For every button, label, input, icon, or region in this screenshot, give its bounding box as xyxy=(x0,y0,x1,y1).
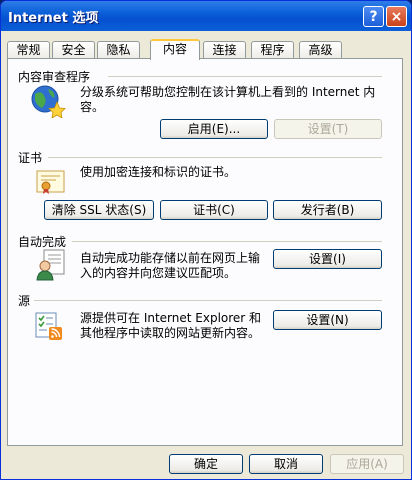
separator xyxy=(108,76,382,77)
autocomplete-user-icon xyxy=(36,249,65,281)
globe-star-icon xyxy=(31,85,66,118)
certificates-heading: 证书 xyxy=(18,151,43,165)
feeds-settings-button[interactable]: 设置(N) xyxy=(273,310,382,330)
tab-advanced[interactable]: 高级 xyxy=(299,41,342,59)
title-bar[interactable]: Internet 选项 ? × xyxy=(1,1,411,31)
window-title: Internet 选项 xyxy=(8,11,99,26)
content-advisor-description: 分级系统可帮助您控制在该计算机上看到的 Internet 内容。 xyxy=(80,85,376,114)
feeds-heading: 源 xyxy=(18,294,31,308)
tab-security[interactable]: 安全 xyxy=(52,41,95,59)
enable-content-advisor-button[interactable]: 启用(E)... xyxy=(160,119,268,139)
ok-button[interactable]: 确定 xyxy=(169,454,243,474)
certificates-button[interactable]: 证书(C) xyxy=(160,200,268,220)
certificate-icon xyxy=(36,170,65,194)
tab-connections[interactable]: 连接 xyxy=(203,41,246,59)
content-tab-panel: 内容审查程序 分级系统可帮助您控制在该计算机上看到的 Internet 内容。 … xyxy=(7,58,403,446)
apply-button[interactable]: 应用(A) xyxy=(330,454,404,474)
feeds-description: 源提供可在 Internet Explorer 和其他程序中读取的网站更新内容。 xyxy=(80,311,262,340)
feeds-icon xyxy=(35,312,62,340)
content-advisor-settings-button[interactable]: 设置(T) xyxy=(274,119,382,139)
content-advisor-heading: 内容审查程序 xyxy=(18,70,91,84)
autocomplete-settings-button[interactable]: 设置(I) xyxy=(273,249,382,269)
certificates-description: 使用加密连接和标识的证书。 xyxy=(80,165,237,179)
tab-general[interactable]: 常规 xyxy=(7,41,50,59)
separator xyxy=(48,157,382,158)
close-button[interactable]: × xyxy=(386,6,407,27)
clear-ssl-state-button[interactable]: 清除 SSL 状态(S) xyxy=(44,200,154,220)
tab-programs[interactable]: 程序 xyxy=(251,41,294,59)
publishers-button[interactable]: 发行者(B) xyxy=(273,200,382,220)
help-button[interactable]: ? xyxy=(363,6,384,27)
cancel-button[interactable]: 取消 xyxy=(249,454,323,474)
internet-options-window: Internet 选项 ? × 常规 安全 隐私 内容 连接 程序 高级 内容审… xyxy=(0,0,412,480)
autocomplete-description: 自动完成功能存储以前在网页上输入的内容并向您建议匹配项。 xyxy=(80,251,261,280)
tab-privacy[interactable]: 隐私 xyxy=(97,41,140,59)
separator xyxy=(72,241,382,242)
tab-content[interactable]: 内容 xyxy=(150,39,200,60)
autocomplete-heading: 自动完成 xyxy=(18,235,67,249)
separator xyxy=(34,300,382,301)
